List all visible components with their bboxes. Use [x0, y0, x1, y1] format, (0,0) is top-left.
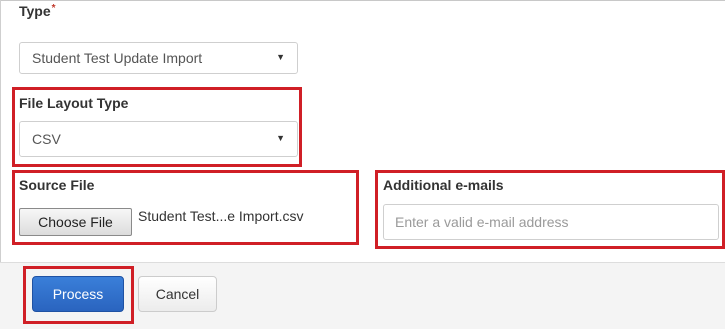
file-layout-type-label: File Layout Type [19, 95, 129, 111]
type-label: Type* [19, 3, 56, 19]
required-asterisk: * [51, 3, 56, 14]
type-select[interactable]: Student Test Update Import ▼ [19, 42, 298, 74]
selected-file-name: Student Test...e Import.csv [138, 208, 304, 224]
file-layout-type-select[interactable]: CSV ▼ [19, 121, 298, 157]
file-layout-type-value: CSV [32, 131, 61, 147]
caret-down-icon: ▼ [276, 52, 285, 62]
type-select-value: Student Test Update Import [32, 50, 203, 66]
process-button[interactable]: Process [32, 276, 124, 312]
additional-emails-input[interactable] [383, 204, 719, 240]
caret-down-icon: ▼ [276, 133, 285, 143]
top-border [0, 0, 725, 1]
additional-emails-label: Additional e-mails [383, 177, 504, 193]
type-label-text: Type [19, 3, 51, 19]
choose-file-button[interactable]: Choose File [19, 208, 132, 236]
cancel-button[interactable]: Cancel [138, 276, 217, 312]
source-file-label: Source File [19, 177, 95, 193]
